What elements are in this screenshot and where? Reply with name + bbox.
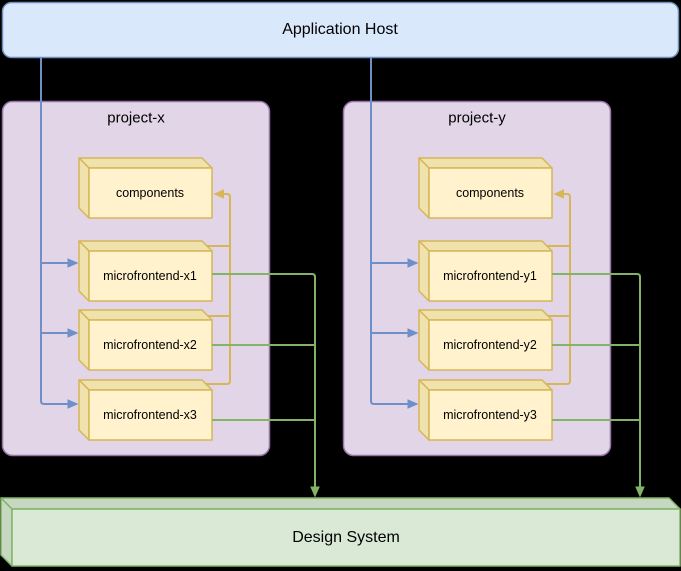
project-y-cubes — [418, 157, 553, 441]
architecture-diagram: Application Host project-x project-y com… — [0, 0, 681, 571]
project-x-cubes — [78, 157, 213, 441]
project-x-label: project-x — [107, 109, 165, 127]
arrowhead-design-x — [310, 486, 320, 498]
microfrontend-y1-label: microfrontend-y1 — [443, 268, 537, 283]
components-y-label: components — [455, 185, 525, 200]
arrowhead-design-y — [635, 486, 645, 498]
microfrontend-y2-label: microfrontend-y2 — [443, 337, 537, 352]
design-system-label: Design System — [292, 529, 400, 546]
microfrontend-x1-label: microfrontend-x1 — [103, 268, 197, 283]
microfrontend-y3-label: microfrontend-y3 — [443, 407, 537, 422]
project-y-label: project-y — [448, 109, 506, 127]
microfrontend-x2-label: microfrontend-x2 — [103, 337, 197, 352]
app-host-label: Application Host — [282, 21, 398, 38]
components-x-label: components — [115, 185, 185, 200]
microfrontend-x3-label: microfrontend-x3 — [103, 407, 197, 422]
diagram-shapes-layer — [0, 1, 681, 567]
green-arrowheads — [310, 486, 645, 498]
